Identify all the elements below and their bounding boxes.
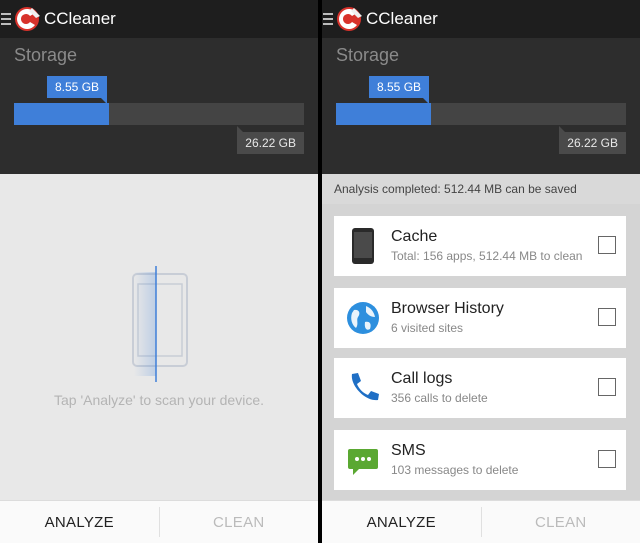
item-subtitle: 6 visited sites [391,321,464,335]
bottom-action-bar: ANALYZE CLEAN [322,500,640,543]
menu-icon[interactable] [1,13,11,25]
item-checkbox[interactable] [598,378,616,396]
empty-state: Tap 'Analyze' to scan your device. [0,174,318,500]
analyze-button[interactable]: ANALYZE [322,514,481,531]
used-storage-badge: 8.55 GB [369,76,430,104]
item-checkbox[interactable] [598,450,616,468]
app-title: CCleaner [366,9,438,28]
app-bar: CCleaner [322,0,640,38]
list-item-call-logs[interactable]: Call logs 356 calls to delete [334,358,626,418]
item-subtitle: 103 messages to delete [391,463,519,477]
phone-icon [352,228,374,264]
menu-icon[interactable] [323,13,333,25]
phone-scan-icon [132,266,188,382]
total-storage-badge: 26.22 GB [237,126,304,154]
used-storage-badge: 8.55 GB [47,76,108,104]
ccleaner-logo-icon [337,7,362,31]
storage-panel: Storage 8.55 GB 26.22 GB [322,38,640,174]
globe-icon [347,302,379,334]
item-subtitle: Total: 156 apps, 512.44 MB to clean [391,249,583,263]
clean-button[interactable]: CLEAN [160,514,319,531]
item-checkbox[interactable] [598,236,616,254]
clean-button[interactable]: CLEAN [482,514,640,531]
storage-panel: Storage 8.55 GB 26.22 GB [0,38,318,174]
item-subtitle: 356 calls to delete [391,391,488,405]
storage-bar-fill [14,103,109,125]
item-title: SMS [391,442,426,459]
bottom-action-bar: ANALYZE CLEAN [0,500,318,543]
item-title: Cache [391,228,438,245]
storage-bar-fill [336,103,431,125]
analyze-button[interactable]: ANALYZE [0,514,159,531]
item-title: Browser History [391,300,504,317]
list-item-browser-history[interactable]: Browser History 6 visited sites [334,288,626,348]
total-storage-badge: 26.22 GB [559,126,626,154]
right-screen: CCleaner Storage 8.55 GB 26.22 GB Analys… [322,0,640,543]
item-checkbox[interactable] [598,308,616,326]
item-title: Call logs [391,370,453,387]
analyze-hint-text: Tap 'Analyze' to scan your device. [53,392,264,408]
clean-items-list: Cache Total: 156 apps, 512.44 MB to clea… [322,204,640,500]
list-item-sms[interactable]: SMS 103 messages to delete [334,430,626,490]
storage-label: Storage [336,45,400,65]
list-item-cache[interactable]: Cache Total: 156 apps, 512.44 MB to clea… [334,216,626,276]
app-bar: CCleaner [0,0,318,38]
left-screen: CCleaner Storage 8.55 GB 26.22 GB Tap 'A… [0,0,318,543]
analysis-status: Analysis completed: 512.44 MB can be sav… [322,174,640,204]
telephone-icon [351,373,379,401]
message-icon [348,449,378,475]
storage-label: Storage [14,45,78,65]
app-title: CCleaner [44,9,116,28]
storage-bar [336,103,626,125]
ccleaner-logo-icon [15,7,40,31]
storage-bar [14,103,304,125]
